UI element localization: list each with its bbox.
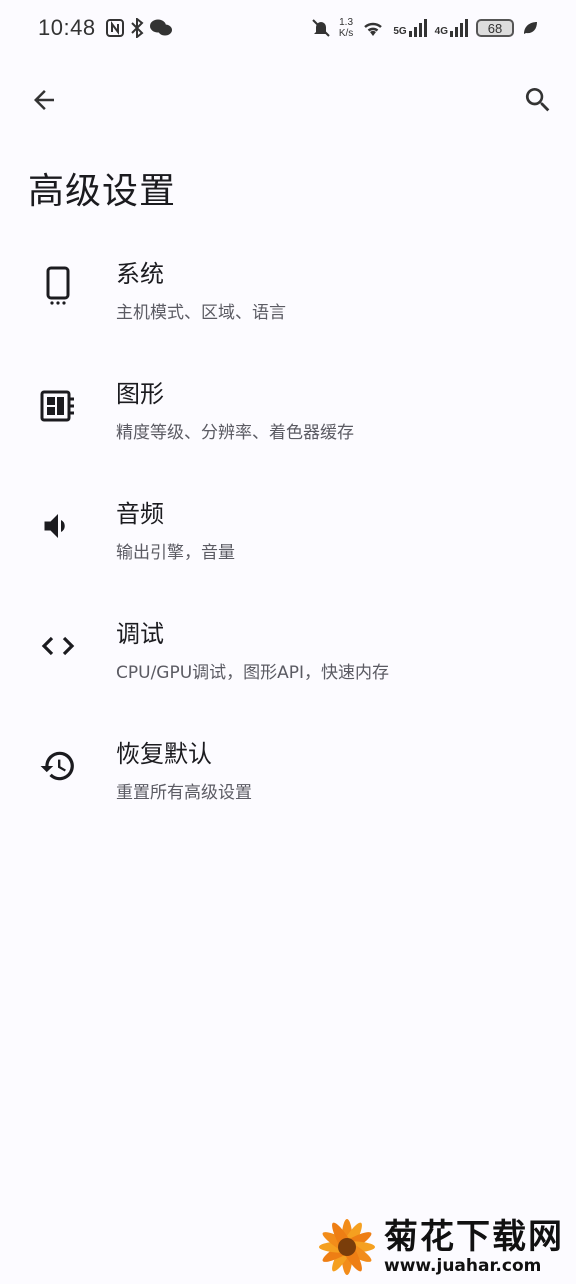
net2-label: 4G [434, 26, 448, 37]
menu-item-subtitle: CPU/GPU调试，图形API，快速内存 [116, 663, 390, 683]
top-app-bar [0, 70, 576, 130]
search-icon [525, 88, 550, 112]
search-button[interactable] [516, 78, 560, 122]
wechat-icon [149, 19, 172, 36]
speaker-icon [36, 504, 80, 548]
code-icon [36, 624, 80, 668]
menu-item-subtitle: 输出引擎，音量 [116, 543, 235, 563]
arrow-left-icon [34, 90, 54, 110]
status-bar: 10:48 1.3 K/s 5G 4G 68 [0, 0, 576, 56]
battery-icon: 68 [476, 19, 514, 37]
settings-menu: 系统 主机模式、区域、语言 图形 精度等级、分辨率、着色器缓存 音频 输出引擎，… [0, 228, 576, 828]
menu-item-subtitle: 主机模式、区域、语言 [116, 303, 286, 323]
menu-item-title: 恢复默认 [116, 740, 212, 768]
watermark-text: 菊花下载网 www.juahar.com [384, 1218, 564, 1276]
speed-value: 1.3 [339, 17, 354, 28]
menu-item-title: 音频 [116, 500, 164, 528]
signal-icon [408, 19, 427, 37]
status-notification-icons [105, 18, 172, 38]
leaf-icon [524, 22, 537, 34]
menu-item-restore-defaults[interactable]: 恢复默认 重置所有高级设置 [0, 708, 576, 828]
bluetooth-icon [130, 18, 144, 38]
status-left: 10:48 [38, 15, 172, 41]
signal-4g: 4G [435, 19, 468, 37]
watermark-name: 菊花下载网 [384, 1217, 564, 1257]
status-time: 10:48 [38, 15, 96, 40]
menu-item-title: 调试 [116, 620, 164, 648]
menu-item-system[interactable]: 系统 主机模式、区域、语言 [0, 228, 576, 348]
watermark-url: www.juahar.com [384, 1256, 542, 1276]
network-speed: 1.3 K/s [339, 17, 353, 39]
history-icon [36, 744, 80, 788]
menu-item-debug[interactable]: 调试 CPU/GPU调试，图形API，快速内存 [0, 588, 576, 708]
status-right: 1.3 K/s 5G 4G 68 [311, 17, 538, 39]
page-title: 高级设置 [28, 171, 177, 212]
speed-unit: K/s [338, 28, 354, 39]
chip-icon [36, 384, 80, 428]
mute-icon [312, 19, 330, 37]
net1-label: 5G [393, 26, 407, 37]
nfc-icon [105, 19, 124, 37]
watermark: 菊花下载网 www.juahar.com [314, 1214, 576, 1280]
menu-item-audio[interactable]: 音频 输出引擎，音量 [0, 468, 576, 588]
signal-icon [450, 19, 468, 37]
wifi-icon [364, 22, 383, 36]
phone-icon [36, 264, 80, 308]
menu-item-title: 系统 [116, 260, 164, 288]
flower-logo [314, 1214, 380, 1280]
back-button[interactable] [22, 78, 66, 122]
menu-item-graphics[interactable]: 图形 精度等级、分辨率、着色器缓存 [0, 348, 576, 468]
menu-item-subtitle: 精度等级、分辨率、着色器缓存 [116, 423, 354, 443]
menu-item-subtitle: 重置所有高级设置 [116, 783, 252, 803]
menu-item-title: 图形 [116, 380, 164, 408]
signal-5g: 5G [393, 19, 427, 37]
battery-level: 68 [487, 20, 503, 36]
